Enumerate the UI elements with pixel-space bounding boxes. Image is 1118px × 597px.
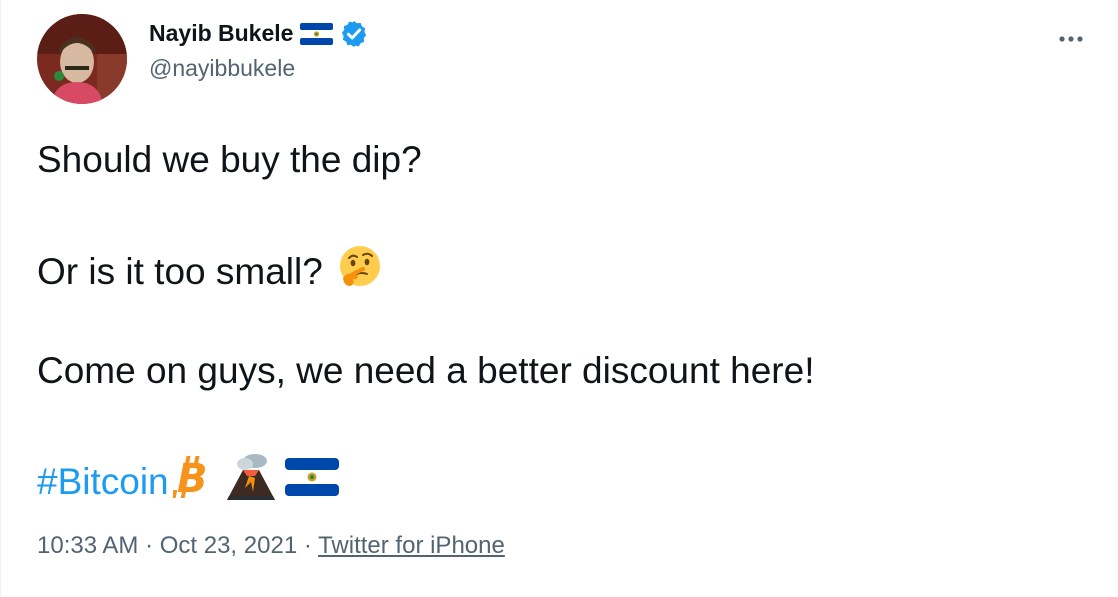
handle[interactable]: @nayibbukele bbox=[149, 55, 369, 82]
tweet-header: Nayib Bukele @nayibbukele bbox=[37, 14, 369, 104]
tweet-text-line-2-text: Or is it too small? bbox=[37, 251, 323, 292]
tweet-text-line-1: Should we buy the dip? bbox=[37, 139, 422, 180]
tweet-meta: 10:33 AM · Oct 23, 2021 · Twitter for iP… bbox=[37, 532, 505, 560]
tweet-source-link[interactable]: Twitter for iPhone bbox=[318, 532, 505, 559]
display-name[interactable]: Nayib Bukele bbox=[149, 20, 293, 47]
tweet-text-line-3: Come on guys, we need a better discount … bbox=[37, 350, 815, 391]
tweet-time[interactable]: 10:33 AM bbox=[37, 532, 138, 559]
tweet-text-line-2: Or is it too small? bbox=[37, 244, 383, 300]
tweet-text-line-4: #Bitcoin B bbox=[37, 452, 339, 512]
tweet-card: Nayib Bukele @nayibbukele Should we buy … bbox=[0, 0, 1118, 597]
more-options-button[interactable] bbox=[1054, 22, 1088, 56]
meta-separator: · bbox=[297, 532, 319, 559]
bitcoin-icon: B bbox=[171, 454, 215, 510]
avatar[interactable] bbox=[37, 14, 127, 104]
thinking-face-icon bbox=[337, 244, 383, 300]
volcano-icon bbox=[225, 452, 277, 512]
el-salvador-flag-icon bbox=[284, 458, 339, 506]
meta-separator: · bbox=[138, 532, 160, 559]
svg-text:B: B bbox=[177, 456, 208, 500]
author-names: Nayib Bukele @nayibbukele bbox=[149, 19, 369, 82]
verified-badge-icon bbox=[339, 19, 369, 49]
hashtag-link[interactable]: #Bitcoin bbox=[37, 460, 169, 504]
el-salvador-flag-icon bbox=[300, 22, 334, 45]
tweet-date[interactable]: Oct 23, 2021 bbox=[160, 532, 297, 559]
more-horizontal-icon bbox=[1058, 30, 1084, 48]
name-row: Nayib Bukele bbox=[149, 19, 369, 49]
